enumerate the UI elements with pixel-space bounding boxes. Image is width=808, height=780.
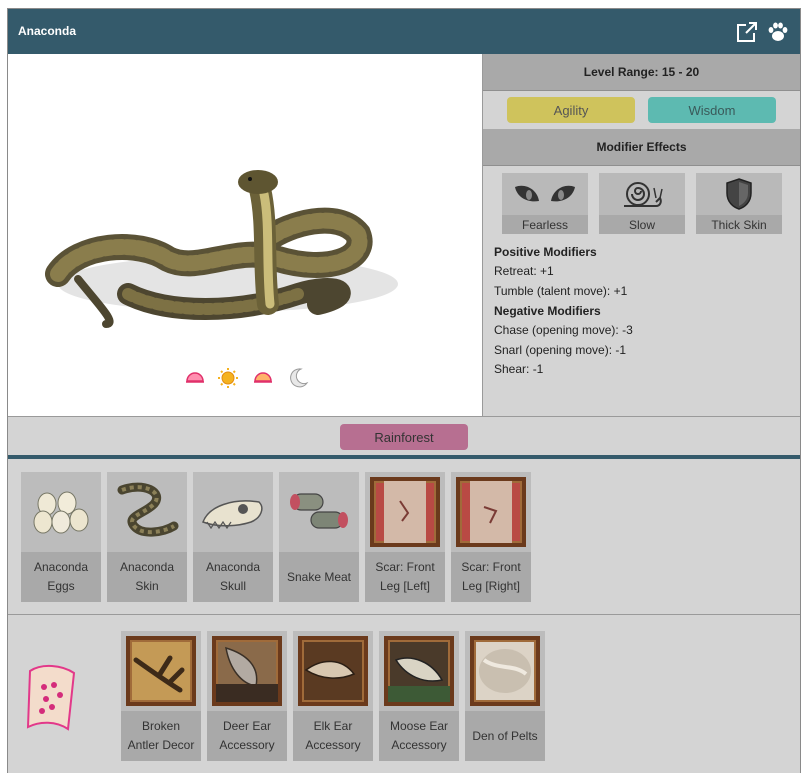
sunrise-icon [186, 372, 204, 383]
creature-image-panel [8, 54, 483, 416]
modifier-label: Thick Skin [711, 217, 767, 232]
reward-elk-ear-accessory[interactable]: Elk Ear Accessory [293, 631, 373, 761]
header-bar: Anaconda [8, 9, 800, 54]
negative-modifier: Shear: -1 [494, 362, 544, 376]
drop-anaconda-eggs[interactable]: Anaconda Eggs [21, 472, 101, 602]
item-label-line1: Moose Ear [389, 719, 449, 733]
sunset-icon [254, 372, 272, 383]
item-label-line2: Leg [Left] [379, 579, 431, 593]
eyes-icon [502, 173, 588, 215]
modifier-slow[interactable]: Slow [599, 173, 685, 234]
habitat-button[interactable]: Rainforest [340, 424, 468, 450]
item-label-line1: Snake Meat [286, 569, 352, 584]
skull-icon [193, 472, 273, 552]
item-label-line2: Antler Decor [127, 738, 195, 752]
info-panel: Level Range: 15 - 20 Agility Wisdom Modi… [483, 54, 800, 416]
item-label-line2: Accessory [391, 738, 447, 752]
snail-icon [599, 173, 685, 215]
moon-icon [290, 368, 309, 388]
drops-row: Anaconda Eggs Anaconda Skin Anaconda Skull [8, 459, 800, 615]
item-label-line1: Elk Ear [313, 719, 353, 733]
activity-time-icons [183, 367, 313, 389]
scar-icon [451, 472, 531, 552]
item-label-line1: Anaconda [119, 560, 175, 574]
page-title: Anaconda [18, 24, 77, 38]
item-label-line2: Eggs [47, 579, 75, 593]
positive-modifier: Tumble (talent move): +1 [494, 283, 628, 298]
item-label-line2: Accessory [219, 738, 275, 752]
modifier-effects-heading: Modifier Effects [483, 129, 800, 166]
snake-skin-icon [107, 472, 187, 552]
positive-modifiers-heading: Positive Modifiers [494, 245, 597, 259]
level-range: Level Range: 15 - 20 [483, 54, 800, 91]
stat-agility-button[interactable]: Agility [507, 97, 635, 123]
reward-den-of-pelts[interactable]: Den of Pelts [465, 631, 545, 761]
eggs-icon [21, 472, 101, 552]
modifier-details: Positive Modifiers Retreat: +1 Tumble (t… [494, 242, 794, 380]
positive-modifier: Retreat: +1 [494, 264, 554, 278]
stats-row: Agility Wisdom [483, 91, 800, 129]
rewards-row: Broken Antler Decor Deer Ear Accessory E… [8, 615, 800, 773]
habitat-row: Rainforest [8, 416, 800, 456]
shield-icon [696, 173, 782, 215]
stat-wisdom-button[interactable]: Wisdom [648, 97, 776, 123]
item-label-line1: Broken [141, 719, 180, 733]
meat-icon [279, 472, 359, 552]
item-label-line2: Skin [135, 579, 159, 593]
reward-broken-antler-decor[interactable]: Broken Antler Decor [121, 631, 201, 761]
item-label-line1: Deer Ear [222, 719, 271, 733]
sun-icon [218, 368, 238, 388]
item-label-line2: Accessory [305, 738, 361, 752]
moose-ear-icon [379, 631, 459, 711]
drop-scar-front-leg-right[interactable]: Scar: Front Leg [Right] [451, 472, 531, 602]
external-link-icon[interactable] [736, 21, 758, 43]
antler-icon [121, 631, 201, 711]
item-label-line1: Scar: Front [461, 560, 521, 574]
modifier-fearless[interactable]: Fearless [502, 173, 588, 234]
modifier-label: Slow [628, 217, 655, 232]
modifier-label: Fearless [521, 217, 568, 232]
drop-snake-meat[interactable]: Snake Meat [279, 472, 359, 602]
pelt-icon [465, 631, 545, 711]
negative-modifier: Chase (opening move): -3 [494, 323, 633, 337]
creature-card: Anaconda Level Range: 15 - 20 Agility Wi… [7, 8, 801, 773]
item-label-line2: Skull [219, 579, 246, 593]
drop-anaconda-skin[interactable]: Anaconda Skin [107, 472, 187, 602]
deer-ear-icon [207, 631, 287, 711]
elk-ear-icon [293, 631, 373, 711]
drop-anaconda-skull[interactable]: Anaconda Skull [193, 472, 273, 602]
scroll-icon[interactable] [22, 659, 82, 739]
item-label-line1: Den of Pelts [472, 728, 538, 743]
item-label-line1: Anaconda [205, 560, 261, 574]
negative-modifiers-heading: Negative Modifiers [494, 304, 601, 318]
item-label-line1: Anaconda [33, 560, 89, 574]
modifier-thick-skin[interactable]: Thick Skin [696, 173, 782, 234]
negative-modifier: Snarl (opening move): -1 [494, 342, 627, 357]
reward-moose-ear-accessory[interactable]: Moose Ear Accessory [379, 631, 459, 761]
anaconda-illustration [45, 170, 398, 328]
paw-icon[interactable] [766, 20, 790, 44]
drop-scar-front-leg-left[interactable]: Scar: Front Leg [Left] [365, 472, 445, 602]
item-label-line2: Leg [Right] [461, 579, 521, 593]
scar-icon [365, 472, 445, 552]
reward-deer-ear-accessory[interactable]: Deer Ear Accessory [207, 631, 287, 761]
item-label-line1: Scar: Front [375, 560, 435, 574]
